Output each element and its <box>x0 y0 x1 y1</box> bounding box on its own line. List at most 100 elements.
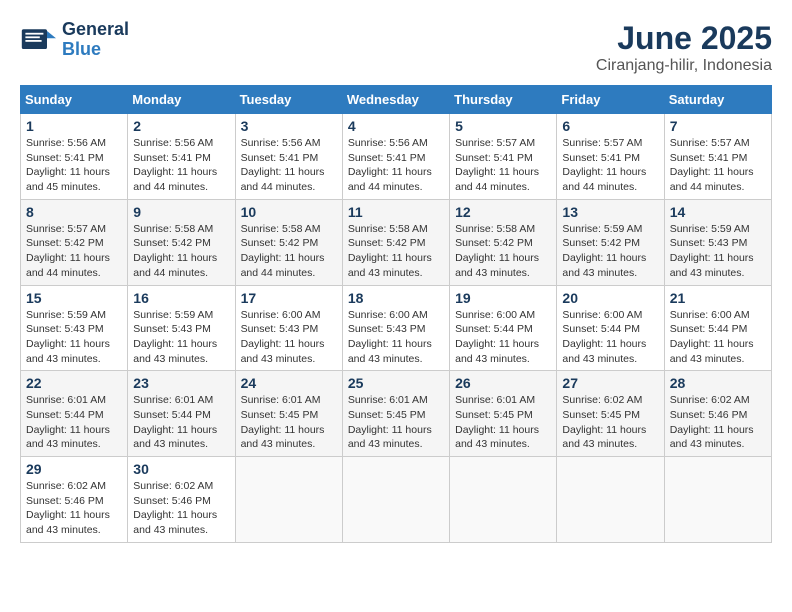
logo-text: General Blue <box>62 20 129 60</box>
day-info: Sunrise: 6:00 AM Sunset: 5:44 PM Dayligh… <box>670 308 766 367</box>
day-info: Sunrise: 6:02 AM Sunset: 5:46 PM Dayligh… <box>670 393 766 452</box>
day-number: 14 <box>670 204 766 220</box>
day-number: 24 <box>241 375 337 391</box>
calendar-header-row: Sunday Monday Tuesday Wednesday Thursday… <box>21 86 772 114</box>
table-row: 23 Sunrise: 6:01 AM Sunset: 5:44 PM Dayli… <box>128 371 235 457</box>
day-info: Sunrise: 6:01 AM Sunset: 5:45 PM Dayligh… <box>455 393 551 452</box>
day-info: Sunrise: 6:02 AM Sunset: 5:46 PM Dayligh… <box>133 479 229 538</box>
table-row: 13 Sunrise: 5:59 AM Sunset: 5:42 PM Dayli… <box>557 199 664 285</box>
calendar-week-row: 29Sunrise: 6:02 AM Sunset: 5:46 PM Dayli… <box>21 457 772 543</box>
header: General Blue June 2025 Ciranjang-hilir, … <box>20 20 772 75</box>
day-info: Sunrise: 6:01 AM Sunset: 5:44 PM Dayligh… <box>26 393 122 452</box>
day-number: 22 <box>26 375 122 391</box>
table-row: 9 Sunrise: 5:58 AM Sunset: 5:42 PM Daylig… <box>128 199 235 285</box>
table-row: 26 Sunrise: 6:01 AM Sunset: 5:45 PM Dayli… <box>450 371 557 457</box>
calendar-week-row: 15 Sunrise: 5:59 AM Sunset: 5:43 PM Dayli… <box>21 285 772 371</box>
day-info: Sunrise: 5:58 AM Sunset: 5:42 PM Dayligh… <box>241 222 337 281</box>
day-number: 28 <box>670 375 766 391</box>
calendar-week-row: 8 Sunrise: 5:57 AM Sunset: 5:42 PM Daylig… <box>21 199 772 285</box>
table-row: 12 Sunrise: 5:58 AM Sunset: 5:42 PM Dayli… <box>450 199 557 285</box>
day-number: 6 <box>562 118 658 134</box>
day-number: 4 <box>348 118 444 134</box>
day-number: 26 <box>455 375 551 391</box>
table-row <box>664 457 771 543</box>
table-row: 4 Sunrise: 5:56 AM Sunset: 5:41 PM Daylig… <box>342 114 449 200</box>
table-row: 20 Sunrise: 6:00 AM Sunset: 5:44 PM Dayli… <box>557 285 664 371</box>
table-row: 6 Sunrise: 5:57 AM Sunset: 5:41 PM Daylig… <box>557 114 664 200</box>
day-info: Sunrise: 6:01 AM Sunset: 5:44 PM Dayligh… <box>133 393 229 452</box>
table-row: 11 Sunrise: 5:58 AM Sunset: 5:42 PM Dayli… <box>342 199 449 285</box>
day-info: Sunrise: 5:59 AM Sunset: 5:43 PM Dayligh… <box>26 308 122 367</box>
day-number: 23 <box>133 375 229 391</box>
table-row: 30 Sunrise: 6:02 AM Sunset: 5:46 PM Dayli… <box>128 457 235 543</box>
table-row: 15 Sunrise: 5:59 AM Sunset: 5:43 PM Dayli… <box>21 285 128 371</box>
day-number: 17 <box>241 290 337 306</box>
day-info: Sunrise: 6:00 AM Sunset: 5:43 PM Dayligh… <box>241 308 337 367</box>
table-row: 29Sunrise: 6:02 AM Sunset: 5:46 PM Dayli… <box>21 457 128 543</box>
day-number: 25 <box>348 375 444 391</box>
table-row: 2 Sunrise: 5:56 AM Sunset: 5:41 PM Daylig… <box>128 114 235 200</box>
calendar-week-row: 1 Sunrise: 5:56 AM Sunset: 5:41 PM Daylig… <box>21 114 772 200</box>
col-tuesday: Tuesday <box>235 86 342 114</box>
day-info: Sunrise: 6:00 AM Sunset: 5:43 PM Dayligh… <box>348 308 444 367</box>
calendar-table: Sunday Monday Tuesday Wednesday Thursday… <box>20 85 772 543</box>
day-info: Sunrise: 5:56 AM Sunset: 5:41 PM Dayligh… <box>133 136 229 195</box>
day-number: 18 <box>348 290 444 306</box>
day-number: 27 <box>562 375 658 391</box>
table-row: 18 Sunrise: 6:00 AM Sunset: 5:43 PM Dayli… <box>342 285 449 371</box>
table-row: 21Sunrise: 6:00 AM Sunset: 5:44 PM Dayli… <box>664 285 771 371</box>
table-row: 5Sunrise: 5:57 AM Sunset: 5:41 PM Daylig… <box>450 114 557 200</box>
day-number: 9 <box>133 204 229 220</box>
day-info: Sunrise: 5:56 AM Sunset: 5:41 PM Dayligh… <box>26 136 122 195</box>
logo: General Blue <box>20 20 129 60</box>
table-row: 25 Sunrise: 6:01 AM Sunset: 5:45 PM Dayli… <box>342 371 449 457</box>
day-info: Sunrise: 5:56 AM Sunset: 5:41 PM Dayligh… <box>241 136 337 195</box>
day-info: Sunrise: 6:00 AM Sunset: 5:44 PM Dayligh… <box>562 308 658 367</box>
col-thursday: Thursday <box>450 86 557 114</box>
table-row: 19 Sunrise: 6:00 AM Sunset: 5:44 PM Dayli… <box>450 285 557 371</box>
day-info: Sunrise: 6:01 AM Sunset: 5:45 PM Dayligh… <box>348 393 444 452</box>
month-title: June 2025 <box>596 20 772 57</box>
table-row: 1 Sunrise: 5:56 AM Sunset: 5:41 PM Daylig… <box>21 114 128 200</box>
table-row: 27Sunrise: 6:02 AM Sunset: 5:45 PM Dayli… <box>557 371 664 457</box>
table-row <box>342 457 449 543</box>
day-number: 8 <box>26 204 122 220</box>
day-number: 12 <box>455 204 551 220</box>
logo-icon <box>20 22 56 58</box>
day-number: 11 <box>348 204 444 220</box>
day-number: 16 <box>133 290 229 306</box>
day-info: Sunrise: 5:59 AM Sunset: 5:43 PM Dayligh… <box>133 308 229 367</box>
day-info: Sunrise: 6:01 AM Sunset: 5:45 PM Dayligh… <box>241 393 337 452</box>
day-number: 13 <box>562 204 658 220</box>
table-row: 28 Sunrise: 6:02 AM Sunset: 5:46 PM Dayli… <box>664 371 771 457</box>
day-number: 20 <box>562 290 658 306</box>
table-row: 10 Sunrise: 5:58 AM Sunset: 5:42 PM Dayli… <box>235 199 342 285</box>
table-row: 16 Sunrise: 5:59 AM Sunset: 5:43 PM Dayli… <box>128 285 235 371</box>
day-info: Sunrise: 5:56 AM Sunset: 5:41 PM Dayligh… <box>348 136 444 195</box>
day-number: 10 <box>241 204 337 220</box>
day-number: 2 <box>133 118 229 134</box>
col-saturday: Saturday <box>664 86 771 114</box>
day-info: Sunrise: 5:57 AM Sunset: 5:41 PM Dayligh… <box>562 136 658 195</box>
day-info: Sunrise: 5:58 AM Sunset: 5:42 PM Dayligh… <box>455 222 551 281</box>
day-info: Sunrise: 5:57 AM Sunset: 5:41 PM Dayligh… <box>455 136 551 195</box>
table-row <box>450 457 557 543</box>
day-info: Sunrise: 5:58 AM Sunset: 5:42 PM Dayligh… <box>348 222 444 281</box>
day-info: Sunrise: 5:59 AM Sunset: 5:43 PM Dayligh… <box>670 222 766 281</box>
day-info: Sunrise: 5:57 AM Sunset: 5:42 PM Dayligh… <box>26 222 122 281</box>
table-row: 3 Sunrise: 5:56 AM Sunset: 5:41 PM Daylig… <box>235 114 342 200</box>
day-number: 7 <box>670 118 766 134</box>
table-row: 24 Sunrise: 6:01 AM Sunset: 5:45 PM Dayli… <box>235 371 342 457</box>
day-info: Sunrise: 5:59 AM Sunset: 5:42 PM Dayligh… <box>562 222 658 281</box>
day-info: Sunrise: 6:02 AM Sunset: 5:46 PM Dayligh… <box>26 479 122 538</box>
day-number: 3 <box>241 118 337 134</box>
day-number: 15 <box>26 290 122 306</box>
day-number: 1 <box>26 118 122 134</box>
col-friday: Friday <box>557 86 664 114</box>
day-number: 30 <box>133 461 229 477</box>
day-number: 19 <box>455 290 551 306</box>
table-row: 22 Sunrise: 6:01 AM Sunset: 5:44 PM Dayli… <box>21 371 128 457</box>
table-row <box>235 457 342 543</box>
day-info: Sunrise: 5:58 AM Sunset: 5:42 PM Dayligh… <box>133 222 229 281</box>
day-info: Sunrise: 6:00 AM Sunset: 5:44 PM Dayligh… <box>455 308 551 367</box>
